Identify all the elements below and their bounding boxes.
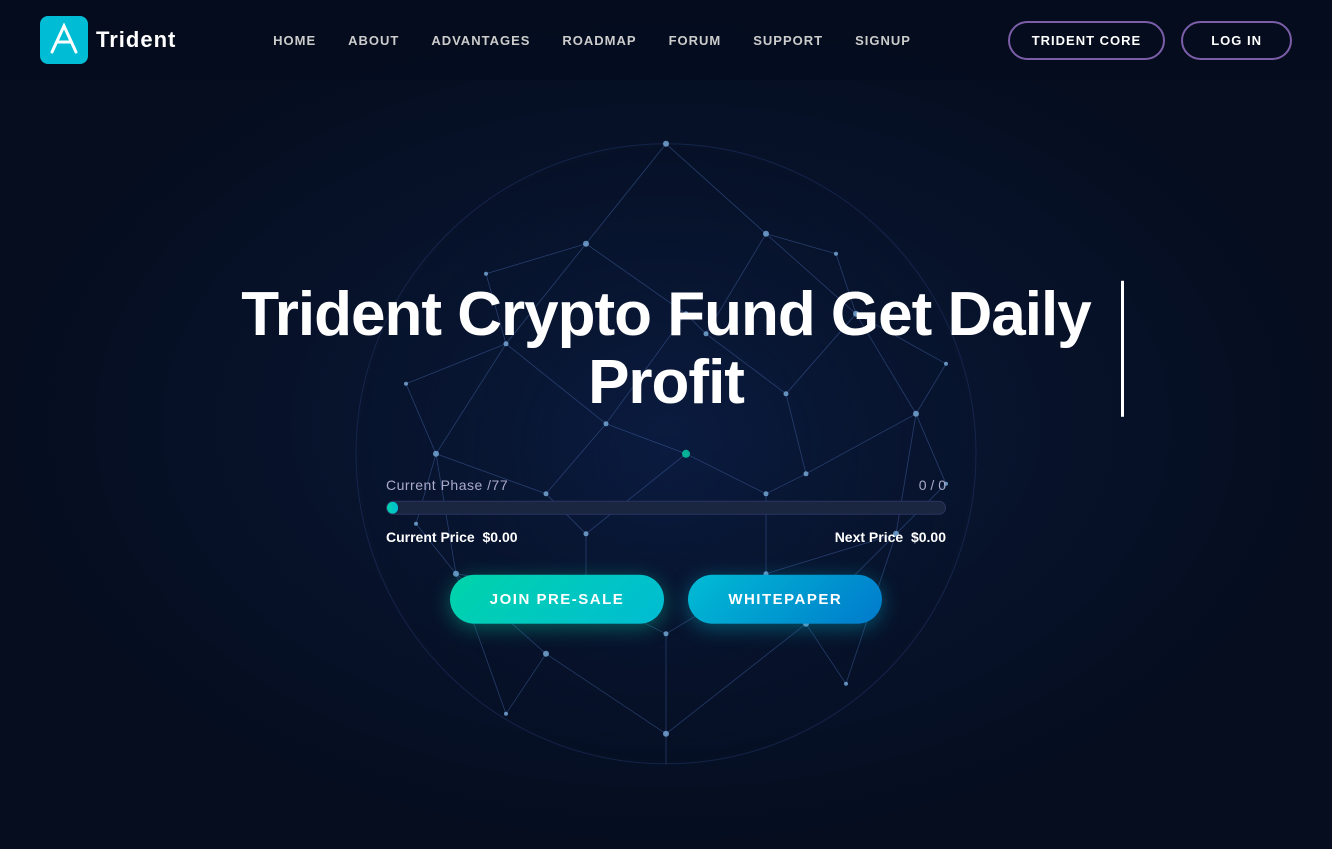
nav-buttons: TRIDENT CORE LOG IN — [1008, 21, 1292, 60]
hero-buttons: JOIN PRE-SALE WHITEPAPER — [386, 575, 946, 624]
trident-core-button[interactable]: TRIDENT CORE — [1008, 21, 1166, 60]
hero-content: Trident Crypto Fund Get Daily Profit Cur… — [216, 280, 1116, 623]
nav-home[interactable]: HOME — [273, 33, 316, 48]
nav-roadmap[interactable]: ROADMAP — [562, 33, 636, 48]
whitepaper-button[interactable]: WHITEPAPER — [688, 575, 882, 624]
login-button[interactable]: LOG IN — [1181, 21, 1292, 60]
hero-title: Trident Crypto Fund Get Daily Profit — [216, 280, 1116, 416]
phase-label: Current Phase /77 — [386, 477, 508, 493]
nav-signup[interactable]: SIGNUP — [855, 33, 911, 48]
join-presale-button[interactable]: JOIN PRE-SALE — [450, 575, 665, 624]
price-row: Current Price $0.00 Next Price $0.00 — [386, 529, 946, 545]
logo-area[interactable]: Trident — [40, 16, 176, 64]
nav-advantages[interactable]: ADVANTAGES — [431, 33, 530, 48]
current-price-label: Current Price — [386, 529, 475, 545]
phase-count: 0 / 0 — [919, 477, 946, 493]
presale-phase-row: Current Phase /77 0 / 0 — [386, 477, 946, 493]
current-price-item: Current Price $0.00 — [386, 529, 518, 545]
progress-bar-background — [386, 501, 946, 515]
nav-forum[interactable]: FORUM — [669, 33, 722, 48]
next-price-value: $0.00 — [911, 529, 946, 545]
nav-links: HOME ABOUT ADVANTAGES ROADMAP FORUM SUPP… — [273, 33, 911, 48]
logo-icon — [40, 16, 88, 64]
navbar: Trident HOME ABOUT ADVANTAGES ROADMAP FO… — [0, 0, 1332, 80]
nav-about[interactable]: ABOUT — [348, 33, 399, 48]
progress-bar-fill — [387, 502, 398, 514]
presale-info: Current Phase /77 0 / 0 Current Price $0… — [386, 477, 946, 624]
next-price-label: Next Price — [835, 529, 903, 545]
nav-support[interactable]: SUPPORT — [753, 33, 823, 48]
next-price-item: Next Price $0.00 — [835, 529, 946, 545]
current-price-value: $0.00 — [482, 529, 517, 545]
logo-text: Trident — [96, 27, 176, 53]
